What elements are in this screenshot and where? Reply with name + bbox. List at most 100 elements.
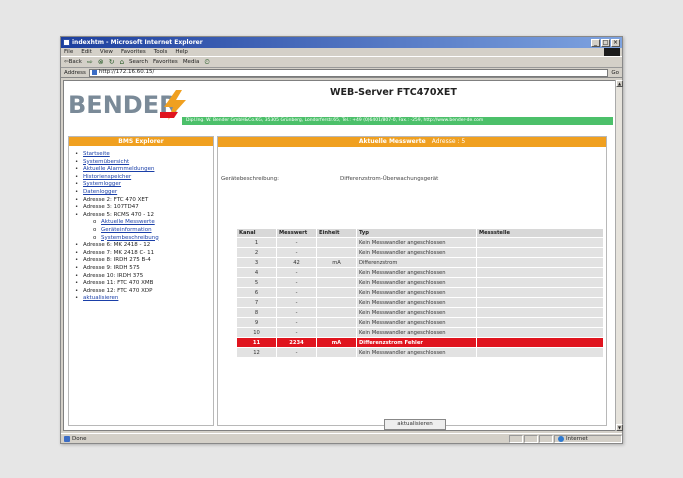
cell-einheit <box>316 287 357 298</box>
close-button[interactable]: × <box>611 38 620 47</box>
explorer-item[interactable]: • Systemübersicht <box>75 159 213 167</box>
explorer-item[interactable]: • Systemlogger <box>75 181 213 189</box>
favorites-button[interactable]: Favorites <box>153 59 178 65</box>
explorer-label: Adresse 6: MK 2418 - 12 <box>83 242 151 249</box>
explorer-link[interactable]: Geräteinformation <box>101 227 152 233</box>
menu-file[interactable]: File <box>64 49 73 55</box>
cell-kanal: 6 <box>236 287 277 298</box>
maximize-button[interactable]: □ <box>601 38 610 47</box>
explorer-item[interactable]: • aktualisieren <box>75 295 213 303</box>
home-icon[interactable]: ⌂ <box>120 58 124 66</box>
cell-messwert: 42 <box>276 257 317 268</box>
cell-einheit <box>316 267 357 278</box>
explorer-link[interactable]: Aktuelle Messwerte <box>101 219 155 225</box>
explorer-link[interactable]: Aktuelle Alarmmeldungen <box>83 166 154 172</box>
cell-kanal: 2 <box>236 247 277 258</box>
explorer-item[interactable]: • Aktuelle Alarmmeldungen <box>75 166 213 174</box>
cell-messstelle <box>476 257 604 268</box>
bullet-icon: o <box>93 234 97 241</box>
explorer-item: • Adresse 6: MK 2418 - 12 <box>75 242 213 250</box>
cell-typ: Kein Messwandler angeschlossen <box>356 297 477 308</box>
cell-messwert: 2234 <box>276 337 317 348</box>
explorer-subitem[interactable]: o Aktuelle Messwerte <box>75 219 213 227</box>
cell-messstelle <box>476 317 604 328</box>
bullet-icon: • <box>75 272 79 279</box>
explorer-item[interactable]: • Startseite <box>75 151 213 159</box>
forward-icon[interactable]: ⇨ <box>87 58 93 66</box>
explorer-link[interactable]: Systembeschreibung <box>101 235 159 241</box>
menu-view[interactable]: View <box>100 49 113 55</box>
explorer-link[interactable]: Systemübersicht <box>83 159 129 165</box>
bullet-icon: • <box>75 166 79 173</box>
explorer-item[interactable]: • Datenlogger <box>75 189 213 197</box>
minimize-button[interactable]: _ <box>591 38 600 47</box>
browser-window: indexhtm - Microsoft Internet Explorer _… <box>60 36 623 444</box>
explorer-link[interactable]: Startseite <box>83 151 110 157</box>
bullet-icon: • <box>75 257 79 264</box>
status-cell <box>539 434 553 443</box>
menu-bar: File Edit View Favorites Tools Help <box>61 48 622 57</box>
back-button[interactable]: ⇦Back <box>64 59 82 65</box>
explorer-link[interactable]: Systemlogger <box>83 181 121 187</box>
scroll-down-icon[interactable]: ▼ <box>616 424 623 431</box>
title-bar[interactable]: indexhtm - Microsoft Internet Explorer _… <box>61 37 622 48</box>
bullet-icon: • <box>75 188 79 195</box>
status-bar: Done Internet <box>61 433 622 443</box>
address-input[interactable]: http://172.16.60.15/ <box>88 68 609 77</box>
scroll-up-icon[interactable]: ▲ <box>616 80 623 87</box>
refresh-icon[interactable]: ↻ <box>109 58 115 66</box>
explorer-title: BMS Explorer <box>69 137 213 146</box>
explorer-link[interactable]: aktualisieren <box>83 295 118 301</box>
go-button[interactable]: Go <box>611 70 622 76</box>
explorer-label: Adresse 11: FTC 470 XMB <box>83 280 154 287</box>
window-title: indexhtm - Microsoft Internet Explorer <box>72 39 203 46</box>
explorer-subitem[interactable]: o Geräteinformation <box>75 227 213 235</box>
page-header: BENDER WEB-Server FTC470XET Dipl.Ing. W.… <box>64 81 615 129</box>
explorer-label: Adresse 10: IRDH 375 <box>83 272 144 279</box>
cell-messstelle <box>476 337 604 348</box>
menu-help[interactable]: Help <box>175 49 188 55</box>
cell-typ: Kein Messwandler angeschlossen <box>356 307 477 318</box>
explorer-item: • Adresse 12: FTC 470 XDP <box>75 288 213 296</box>
cell-messwert: - <box>276 287 317 298</box>
vertical-scrollbar[interactable]: ▲ ▼ <box>615 80 623 431</box>
menu-edit[interactable]: Edit <box>81 49 92 55</box>
table-row: 12- Kein Messwandler angeschlossen <box>236 347 604 358</box>
stop-icon[interactable]: ⊗ <box>98 58 104 66</box>
media-button[interactable]: Media <box>183 59 200 65</box>
col-messstelle: Messstelle <box>476 228 604 238</box>
explorer-item: • Adresse 8: IRDH 275 B-4 <box>75 257 213 265</box>
table-row: 8- Kein Messwandler angeschlossen <box>236 307 604 318</box>
cell-einheit: mA <box>316 257 357 268</box>
explorer-item: • Adresse 7: MK 2418 C- 11 <box>75 250 213 258</box>
explorer-label: Adresse 12: FTC 470 XDP <box>83 287 153 294</box>
page-content: BENDER WEB-Server FTC470XET Dipl.Ing. W.… <box>63 80 616 431</box>
explorer-item[interactable]: • Historienspeicher <box>75 174 213 182</box>
explorer-label: Adresse 2: FTC 470 XET <box>83 196 149 203</box>
search-button[interactable]: Search <box>129 59 148 65</box>
explorer-subitem[interactable]: o Systembeschreibung <box>75 235 213 243</box>
cell-typ: Differenzstrom <box>356 257 477 268</box>
bullet-icon: • <box>75 211 79 218</box>
bullet-icon: • <box>75 280 79 287</box>
explorer-nav: • Startseite • Systemübersicht • Aktuelle Ala… <box>69 146 213 303</box>
table-row: 10- Kein Messwandler angeschlossen <box>236 327 604 338</box>
bullet-icon: • <box>75 249 79 256</box>
bullet-icon: • <box>75 196 79 203</box>
table-row: 4- Kein Messwandler angeschlossen <box>236 267 604 278</box>
cell-messwert: - <box>276 307 317 318</box>
table-row: 9- Kein Messwandler angeschlossen <box>236 317 604 328</box>
refresh-button[interactable]: aktualisieren <box>384 419 446 430</box>
explorer-link[interactable]: Datenlogger <box>83 189 117 195</box>
bullet-icon: o <box>93 226 97 233</box>
menu-tools[interactable]: Tools <box>154 49 168 55</box>
menu-favorites[interactable]: Favorites <box>121 49 146 55</box>
table-row: 3 42 mA Differenzstrom <box>236 257 604 268</box>
security-zone: Internet <box>554 434 622 443</box>
history-icon[interactable]: ⏲ <box>204 58 209 67</box>
cell-typ: Kein Messwandler angeschlossen <box>356 267 477 278</box>
explorer-link[interactable]: Historienspeicher <box>83 174 131 180</box>
cell-typ: Kein Messwandler angeschlossen <box>356 347 477 358</box>
cell-messstelle <box>476 287 604 298</box>
explorer-label: Adresse 5: RCMS 470 - 12 <box>83 211 154 218</box>
